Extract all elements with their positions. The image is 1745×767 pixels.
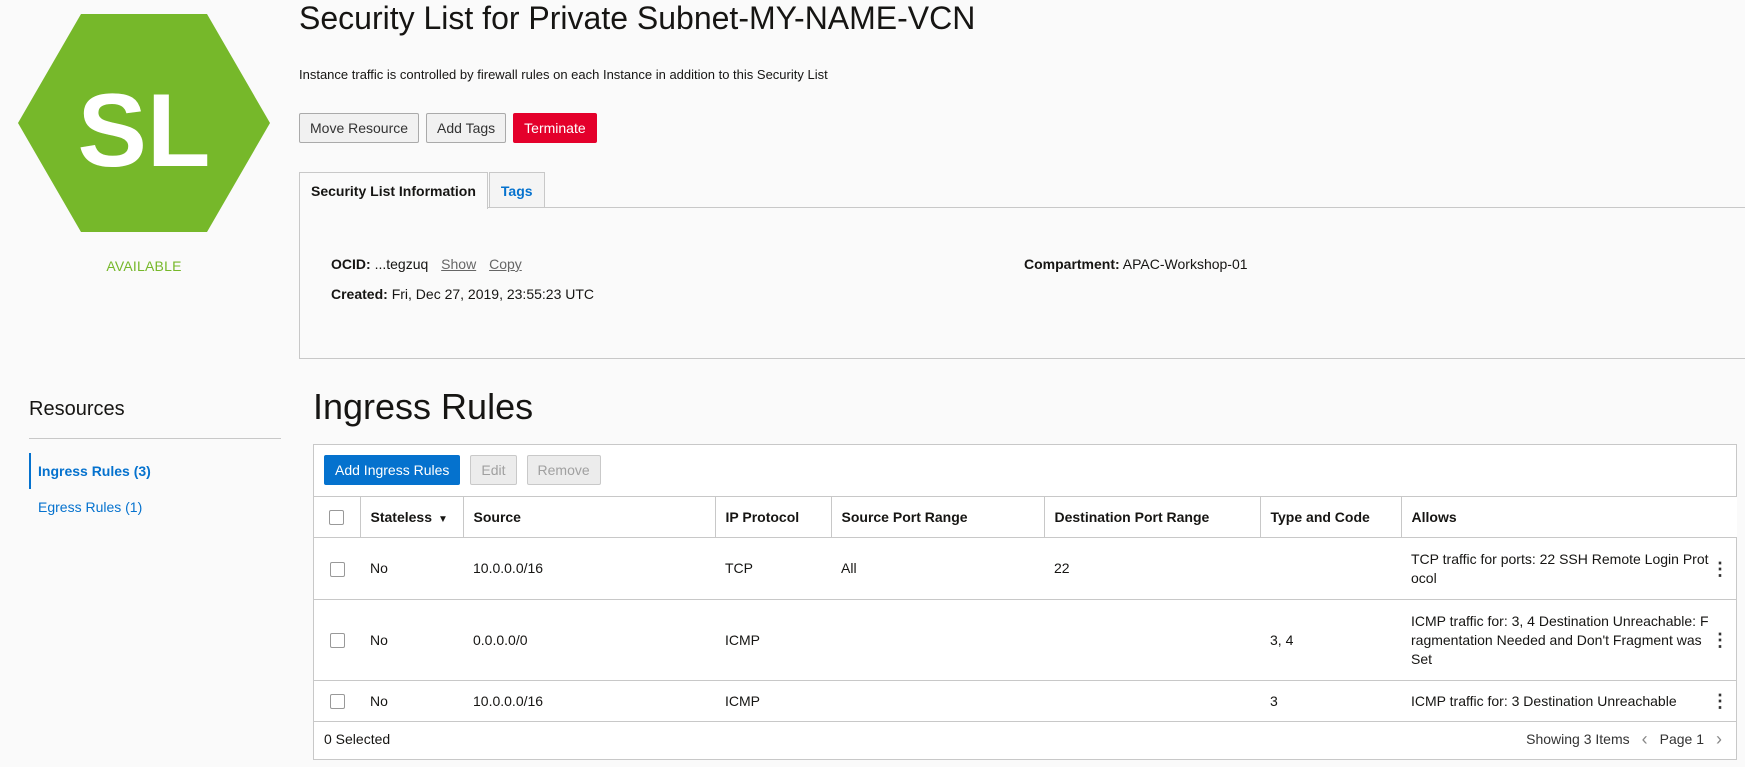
row-checkbox[interactable] [329,633,345,649]
tab-security-list-information[interactable]: Security List Information [299,172,488,209]
table-row: No 0.0.0.0/0 ICMP 3, 4 ICMP traffic for:… [314,599,1737,681]
cell-protocol: TCP [715,537,831,600]
ingress-rules-title: Ingress Rules [313,386,534,427]
cell-allows: TCP traffic for ports: 22 SSH Remote Log… [1411,550,1709,586]
row-actions-kebab-icon[interactable]: ⋮ [1711,692,1729,710]
compartment-row: Compartment: APAC-Workshop-01 [1024,256,1248,272]
cell-source-port [831,599,1044,681]
add-ingress-rules-button[interactable]: Add Ingress Rules [324,455,461,485]
move-resource-button[interactable]: Move Resource [299,113,420,143]
ocid-show-link[interactable]: Show [441,256,476,272]
badge-text: SL [78,73,211,189]
sort-caret-icon: ▼ [437,514,448,525]
add-tags-button[interactable]: Add Tags [426,113,507,143]
created-row: Created: Fri, Dec 27, 2019, 23:55:23 UTC [331,286,594,302]
column-header-source: Source [463,496,716,538]
cell-type-code: 3, 4 [1260,599,1401,681]
table-footer: 0 Selected Showing 3 Items ‹ Page 1 › [314,719,1736,759]
hexagon-icon: SL [18,14,270,232]
table-row: No 10.0.0.0/16 TCP All 22 TCP traffic fo… [314,537,1737,600]
resource-badge-hexagon: SL [18,14,270,232]
cell-type-code: 3 [1260,680,1401,722]
cell-stateless: No [360,599,463,681]
created-value: Fri, Dec 27, 2019, 23:55:23 UTC [391,286,595,302]
cell-source-port: All [831,537,1044,600]
table-header-row: Stateless ▼ Source IP Protocol Source Por… [314,496,1737,538]
page-indicator: Page 1 [1659,731,1704,747]
cell-stateless: No [360,537,463,600]
cell-type-code [1260,537,1401,600]
cell-destination-port [1044,599,1260,681]
pagination: Showing 3 Items ‹ Page 1 › [1526,729,1726,750]
cell-source: 10.0.0.0/16 [463,680,715,722]
chevron-right-icon[interactable]: › [1712,729,1726,750]
column-header-ip-protocol: IP Protocol [715,496,832,538]
created-label: Created: [331,286,388,302]
chevron-left-icon[interactable]: ‹ [1638,729,1652,750]
page-subtitle: Instance traffic is controlled by firewa… [299,67,828,82]
ocid-value: ...tegzuq [374,256,429,272]
terminate-button[interactable]: Terminate [513,113,597,143]
lifecycle-status: AVAILABLE [106,258,182,274]
compartment-value: APAC-Workshop-01 [1122,256,1248,272]
column-header-allows: Allows [1401,496,1737,538]
select-all-checkbox[interactable] [329,510,345,526]
sidebar-item-egress-rules[interactable]: Egress Rules (1) [29,489,281,525]
selected-count: 0 Selected [324,731,391,747]
remove-button[interactable]: Remove [526,455,601,485]
ingress-rules-table: Stateless ▼ Source IP Protocol Source Por… [314,496,1737,722]
ocid-label: OCID: [331,256,371,272]
cell-allows: ICMP traffic for: 3, 4 Destination Unrea… [1411,612,1709,667]
row-checkbox[interactable] [329,694,345,710]
info-panel: OCID: ...tegzuq Show Copy Created: Fri, … [299,207,1745,359]
sidebar-item-ingress-rules[interactable]: Ingress Rules (3) [29,453,281,489]
cell-protocol: ICMP [715,680,831,722]
column-header-type-and-code: Type and Code [1260,496,1402,538]
cell-source-port [831,680,1044,722]
tab-tags[interactable]: Tags [488,172,545,208]
header-actions: Move Resource Add Tags Terminate [299,113,597,143]
cell-destination-port [1044,680,1260,722]
cell-source: 10.0.0.0/16 [463,537,715,600]
select-all-cell [314,496,361,538]
cell-allows: ICMP traffic for: 3 Destination Unreacha… [1411,692,1677,709]
column-header-destination-port-range: Destination Port Range [1044,496,1261,538]
ocid-copy-link[interactable]: Copy [489,256,522,272]
cell-protocol: ICMP [715,599,831,681]
showing-count: Showing 3 Items [1526,731,1630,747]
ocid-row: OCID: ...tegzuq Show Copy [331,256,522,272]
cell-source: 0.0.0.0/0 [463,599,715,681]
cell-stateless: No [360,680,463,722]
compartment-label: Compartment: [1024,256,1120,272]
ingress-rules-table-container: Add Ingress Rules Edit Remove Stateless ▼… [313,444,1737,760]
row-actions-kebab-icon[interactable]: ⋮ [1711,631,1729,649]
table-row: No 10.0.0.0/16 ICMP 3 ICMP traffic for: … [314,680,1737,722]
resources-divider [29,438,281,439]
resources-title: Resources [29,398,125,420]
row-checkbox[interactable] [329,561,345,577]
table-actions: Add Ingress Rules Edit Remove [324,455,601,485]
detail-tabs: Security List Information Tags [299,172,546,209]
cell-destination-port: 22 [1044,537,1260,600]
edit-button[interactable]: Edit [470,455,517,485]
column-header-stateless[interactable]: Stateless ▼ [360,496,464,538]
column-header-source-port-range: Source Port Range [831,496,1045,538]
row-actions-kebab-icon[interactable]: ⋮ [1711,560,1729,578]
page-title: Security List for Private Subnet-MY-NAME… [299,0,976,36]
